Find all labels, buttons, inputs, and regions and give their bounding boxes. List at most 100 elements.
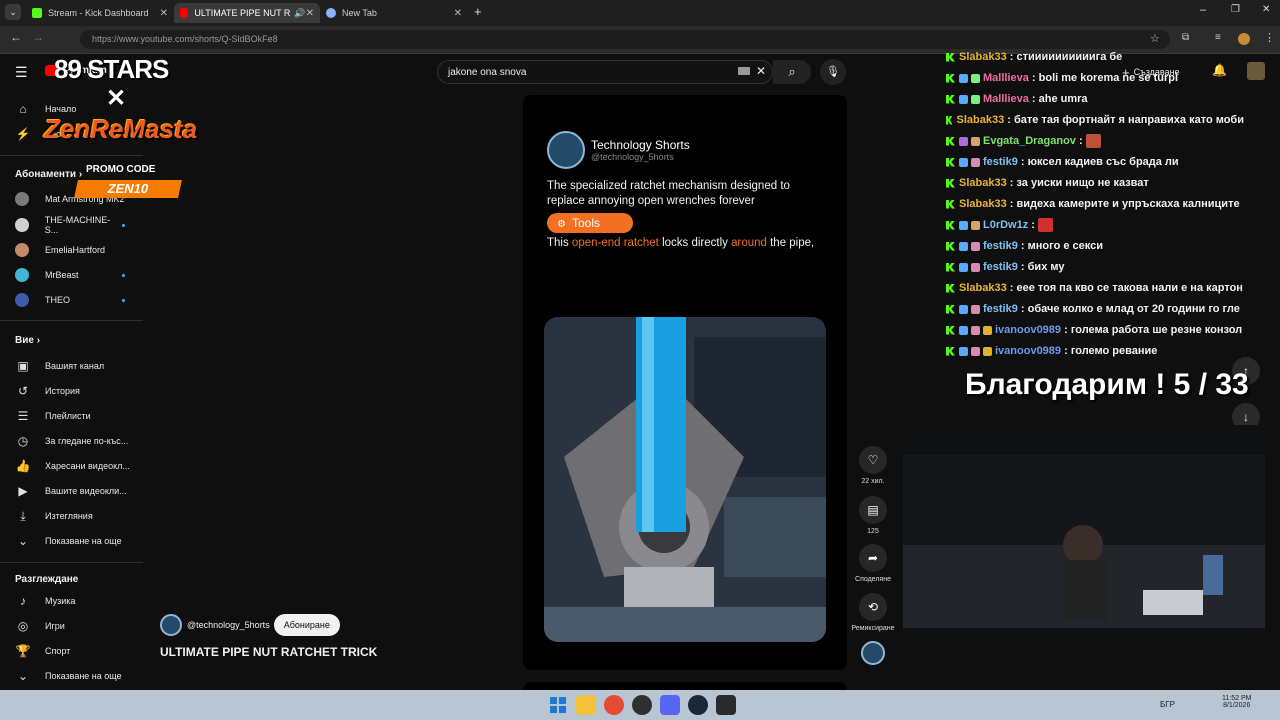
sidebar-item-history[interactable]: ↺ История: [15, 380, 143, 402]
sidebar-item-liked-videos[interactable]: 👍 Харесани видеокл...: [15, 455, 143, 477]
sidebar-item-your-videos[interactable]: ▶ Вашите видеокли...: [15, 480, 143, 502]
bookmark-star-icon[interactable]: ☆: [1150, 32, 1160, 45]
sidebar-item-show-more[interactable]: ⌄ Показване на още: [15, 530, 143, 552]
epic-games-icon[interactable]: [716, 695, 736, 715]
subscribe-button[interactable]: Абониране: [273, 614, 340, 636]
back-icon[interactable]: ←: [10, 30, 22, 44]
chat-username[interactable]: ivanoov0989: [995, 324, 1061, 336]
chat-message: Slabak33 : бате тая фортнайт я направиха…: [946, 110, 1244, 130]
chat-message: Evgata_Draganov :: [946, 131, 1244, 151]
sidebar-item-watch-later[interactable]: ◷ За гледане по-къс...: [15, 430, 143, 452]
kick-badge-icon: [946, 304, 955, 314]
chat-username[interactable]: L0rDw1z: [983, 219, 1028, 231]
sidebar-item-label: Вашият канал: [45, 361, 105, 371]
sidebar-subscription-item[interactable]: MrBeast: [15, 264, 143, 286]
sidebar-item-your-channel[interactable]: ▣ Вашият канал: [15, 355, 143, 377]
search-button[interactable]: ⌕: [773, 60, 811, 84]
close-tab-icon[interactable]: ✕: [306, 8, 314, 19]
sidebar-item-music[interactable]: ♪ Музика: [15, 590, 143, 612]
close-tab-icon[interactable]: ✕: [160, 8, 168, 19]
you-header[interactable]: Вие ›: [15, 335, 40, 346]
profile-avatar[interactable]: [1238, 33, 1250, 45]
discord-icon[interactable]: [660, 695, 680, 715]
chat-username[interactable]: festik9: [983, 261, 1018, 273]
sidebar-item-show-more-explore[interactable]: ⌄ Показване на още: [15, 665, 143, 687]
section-title: Вие: [15, 335, 34, 346]
browser-menu-icon[interactable]: ⋮: [1264, 31, 1275, 44]
minimize-window-icon[interactable]: –: [1200, 4, 1206, 16]
chat-username[interactable]: festik9: [983, 240, 1018, 252]
sidebar-subscription-item[interactable]: THE-MACHINE-S...: [15, 214, 143, 236]
sidebar-item-playlists[interactable]: ☰ Плейлисти: [15, 405, 143, 427]
clear-search-icon[interactable]: ✕: [756, 64, 766, 78]
language-indicator[interactable]: БГР: [1160, 700, 1175, 709]
chat-username[interactable]: ivanoov0989: [995, 345, 1061, 357]
chat-text: много е секси: [1027, 240, 1104, 252]
user-badge-icon: [959, 220, 968, 230]
audio-playing-icon[interactable]: 🔊: [294, 8, 305, 19]
comments-button[interactable]: ▤ 125: [850, 496, 896, 535]
chat-username[interactable]: festik9: [983, 156, 1018, 168]
owner-avatar[interactable]: [160, 614, 182, 636]
chat-username[interactable]: Evgata_Draganov: [983, 135, 1076, 147]
chat-text: стиииииииииига бе: [1016, 51, 1123, 63]
sidebar-subscription-item[interactable]: THEO: [15, 289, 143, 311]
obs-icon[interactable]: [632, 695, 652, 715]
sidebar-subscription-item[interactable]: EmeliaHartford: [15, 239, 143, 261]
close-window-icon[interactable]: ✕: [1262, 4, 1270, 15]
shorts-icon: ⚡: [15, 127, 31, 141]
search-input[interactable]: jakone ona snova: [437, 60, 773, 84]
user-badge-icon: [959, 94, 968, 104]
sidebar-item-games[interactable]: ◎ Игри: [15, 615, 143, 637]
remix-button[interactable]: ⟲ Ремиксиране: [850, 593, 896, 632]
chat-username[interactable]: Slabak33: [956, 114, 1004, 126]
tab-menu-button[interactable]: ⌄: [5, 4, 21, 20]
new-content-dot: [122, 273, 125, 277]
chat-username[interactable]: Malllieva: [983, 72, 1029, 84]
user-badge-icon: [971, 73, 980, 83]
chat-text: голема работа ше резне конзол: [1070, 324, 1243, 336]
next-short-peek[interactable]: [523, 682, 847, 690]
media-controls-icon[interactable]: ≡: [1215, 32, 1221, 43]
windows-icon[interactable]: [548, 695, 568, 715]
tab-new-tab[interactable]: New Tab ✕: [320, 3, 468, 23]
chat-username[interactable]: Slabak33: [959, 282, 1007, 294]
chat-username[interactable]: Slabak33: [959, 177, 1007, 189]
clock[interactable]: 11:52 PM 8/1/2026: [1222, 695, 1251, 709]
kick-favicon-icon: [32, 8, 42, 18]
chevron-down-icon: ⌄: [17, 669, 29, 683]
maximize-window-icon[interactable]: ❐: [1231, 4, 1240, 15]
steam-icon[interactable]: [688, 695, 708, 715]
account-avatar[interactable]: [1247, 62, 1265, 80]
new-tab-button[interactable]: +: [474, 4, 482, 19]
sidebar-item-downloads[interactable]: ⤓ Изтегляния: [15, 505, 143, 527]
post-line-part: the pipe,: [766, 237, 815, 249]
chrome-icon[interactable]: [604, 695, 624, 715]
chat-text: за уиски нищо не казват: [1016, 177, 1149, 189]
share-button[interactable]: ➦ Споделяне: [850, 544, 896, 583]
kick-badge-icon: [946, 73, 955, 83]
sidebar-item-sports[interactable]: 🏆 Спорт: [15, 640, 143, 662]
channel-avatar-small[interactable]: [861, 641, 885, 665]
owner-handle[interactable]: @technology_5horts: [187, 620, 270, 630]
user-badge-icon: [959, 73, 968, 83]
tab-kick-dashboard[interactable]: Stream - Kick Dashboard ✕: [26, 3, 174, 23]
hamburger-menu-icon[interactable]: ☰: [15, 64, 28, 81]
voice-search-button[interactable]: 🎙: [820, 59, 846, 85]
chat-username[interactable]: Malllieva: [983, 93, 1029, 105]
short-video-frame[interactable]: [544, 317, 826, 642]
chat-username[interactable]: Slabak33: [959, 198, 1007, 210]
extensions-icon[interactable]: ⧉: [1182, 32, 1189, 43]
user-badge-icon: [983, 346, 992, 356]
file-explorer-icon[interactable]: [576, 695, 596, 715]
chat-username[interactable]: festik9: [983, 303, 1018, 315]
channel-avatar: [15, 243, 29, 257]
close-tab-icon[interactable]: ✕: [454, 8, 462, 19]
chat-username[interactable]: Slabak33: [959, 51, 1007, 63]
share-icon: ➦: [859, 544, 887, 572]
tab-youtube-short[interactable]: ULTIMATE PIPE NUT RATCH 🔊 ✕: [174, 3, 320, 23]
home-icon: ⌂: [19, 102, 27, 116]
chat-message: Slabak33 : еее тоя па кво се такова нали…: [946, 278, 1244, 298]
like-button[interactable]: ♡ 22 хил.: [850, 446, 896, 485]
keyboard-icon[interactable]: [738, 67, 750, 75]
